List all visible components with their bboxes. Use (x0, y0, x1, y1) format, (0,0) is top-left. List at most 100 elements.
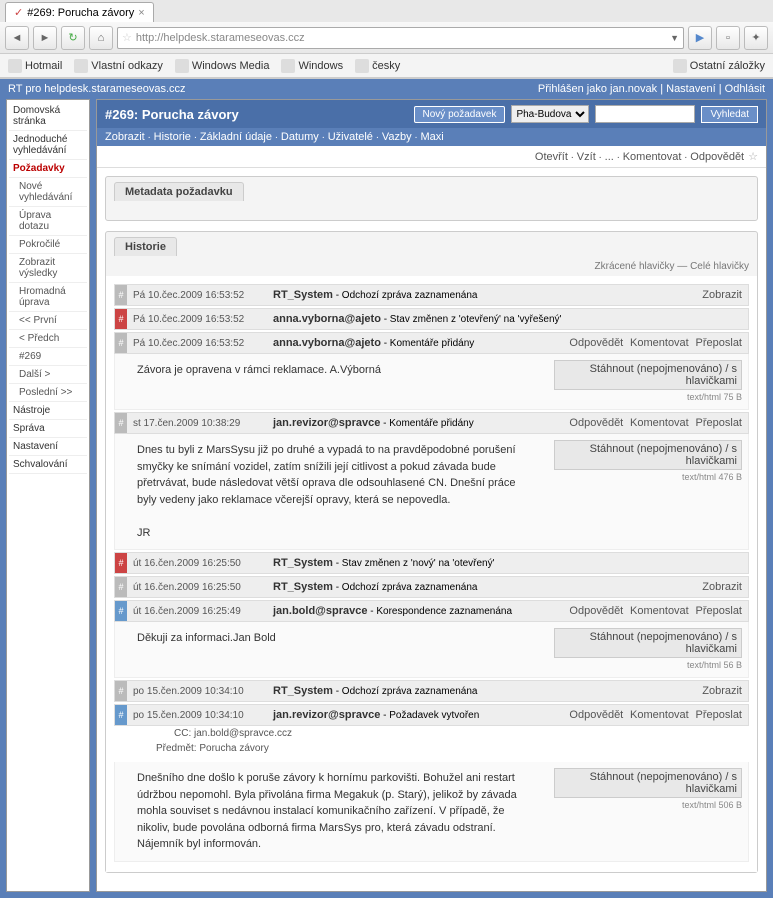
submenu-item[interactable]: Historie (154, 131, 191, 143)
bookmark-item[interactable]: Windows Media (175, 59, 270, 73)
submenu-item[interactable]: Základní údaje (200, 131, 272, 143)
forward-button[interactable]: ► (33, 26, 57, 50)
download-button[interactable]: Stáhnout (nepojmenováno) / s hlavičkami (554, 440, 742, 470)
entry-marker[interactable]: # (115, 285, 127, 305)
history-toggle[interactable]: Zkrácené hlavičky — Celé hlavičky (106, 257, 757, 276)
entry-action[interactable]: Komentovat (630, 337, 689, 349)
page-button[interactable]: ▫ (716, 26, 740, 50)
entry-action[interactable]: Přeposlat (696, 605, 742, 617)
sidebar-item[interactable]: Další > (9, 366, 87, 384)
bookmark-item[interactable]: Vlastní odkazy (74, 59, 163, 73)
action-link[interactable]: ... (605, 151, 614, 163)
entry-action[interactable]: Přeposlat (696, 417, 742, 429)
star-icon[interactable]: ☆ (122, 31, 132, 44)
search-input[interactable] (595, 105, 695, 123)
entry-marker[interactable]: # (115, 681, 127, 701)
logout-link[interactable]: Odhlásit (725, 83, 765, 95)
sidebar-item[interactable]: Domovská stránka (9, 102, 87, 131)
submenu-item[interactable]: Maxi (420, 131, 443, 143)
bookmark-item[interactable]: česky (355, 59, 400, 73)
download-button[interactable]: Stáhnout (nepojmenováno) / s hlavičkami (554, 768, 742, 798)
entry-action[interactable]: Odpovědět (569, 709, 623, 721)
cc-line: CC: jan.bold@spravce.ccz (114, 726, 749, 741)
sidebar-item[interactable]: #269 (9, 348, 87, 366)
back-button[interactable]: ◄ (5, 26, 29, 50)
ticket-header: #269: Porucha závory Nový požadavek Pha-… (97, 100, 766, 128)
entry-marker[interactable]: # (115, 309, 127, 329)
queue-select[interactable]: Pha-Budova (511, 105, 589, 123)
submenu-item[interactable]: Zobrazit (105, 131, 145, 143)
sidebar-item[interactable]: << První (9, 312, 87, 330)
other-bookmarks[interactable]: Ostatní záložky (673, 59, 765, 73)
entry-action[interactable]: Komentovat (630, 709, 689, 721)
entry-date: po 15.čen.2009 10:34:10 (127, 706, 267, 725)
entry-action[interactable]: Komentovat (630, 417, 689, 429)
page-icon (74, 59, 88, 73)
entry-action[interactable]: Odpovědět (569, 605, 623, 617)
tab-favicon: ✓ (14, 6, 23, 19)
star-icon[interactable]: ☆ (748, 151, 758, 163)
submenu-item[interactable]: Datumy (281, 131, 319, 143)
search-button[interactable]: Vyhledat (701, 106, 758, 123)
entry-description: jan.bold@spravce - Korespondence zazname… (267, 601, 559, 621)
action-link[interactable]: Otevřít (535, 151, 568, 163)
entry-action[interactable]: Odpovědět (569, 337, 623, 349)
page-icon (281, 59, 295, 73)
entry-description: anna.vyborna@ajeto - Komentáře přidány (267, 333, 559, 353)
entry-marker[interactable]: # (115, 553, 127, 573)
close-icon[interactable]: × (138, 7, 144, 19)
bookmark-item[interactable]: Hotmail (8, 59, 62, 73)
sidebar-item[interactable]: Úprava dotazu (9, 207, 87, 236)
entry-action[interactable]: Zobrazit (702, 685, 742, 697)
entry-marker[interactable]: # (115, 333, 127, 353)
entry-marker[interactable]: # (115, 577, 127, 597)
download-button[interactable]: Stáhnout (nepojmenováno) / s hlavičkami (554, 628, 742, 658)
home-button[interactable]: ⌂ (89, 26, 113, 50)
entry-date: st 17.čen.2009 10:38:29 (127, 414, 267, 433)
sidebar-item[interactable]: Jednoduché vyhledávání (9, 131, 87, 160)
entry-action[interactable]: Zobrazit (702, 289, 742, 301)
entry-body: Závora je opravena v rámci reklamace. A.… (127, 354, 548, 409)
sidebar-item[interactable]: Nástroje (9, 402, 87, 420)
browser-tab[interactable]: ✓ #269: Porucha závory × (5, 2, 154, 22)
url-text: http://helpdesk.starameseovas.ccz (136, 32, 666, 44)
entry-actions (736, 315, 748, 323)
submenu-item[interactable]: Uživatelé (328, 131, 373, 143)
action-link[interactable]: Vzít (577, 151, 596, 163)
chevron-down-icon[interactable]: ▼ (670, 33, 679, 43)
tools-button[interactable]: ✦ (744, 26, 768, 50)
submenu-item[interactable]: Vazby (382, 131, 412, 143)
go-button[interactable]: ▶ (688, 26, 712, 50)
entry-actions: Odpovědět Komentovat Přeposlat (559, 705, 748, 725)
sidebar-item[interactable]: Nové vyhledávání (9, 178, 87, 207)
download-button[interactable]: Stáhnout (nepojmenováno) / s hlavičkami (554, 360, 742, 390)
entry-marker[interactable]: # (115, 413, 127, 433)
entry-action[interactable]: Přeposlat (696, 337, 742, 349)
entry-date: Pá 10.čec.2009 16:53:52 (127, 310, 267, 329)
action-link[interactable]: Odpovědět (690, 151, 744, 163)
settings-link[interactable]: Nastavení (666, 83, 716, 95)
url-bar[interactable]: ☆ http://helpdesk.starameseovas.ccz ▼ (117, 27, 684, 49)
reload-button[interactable]: ↻ (61, 26, 85, 50)
entry-description: jan.revizor@spravce - Požadavek vytvořen (267, 705, 559, 725)
entry-action[interactable]: Zobrazit (702, 581, 742, 593)
sidebar-item[interactable]: Nastavení (9, 438, 87, 456)
sidebar-item[interactable]: Pokročilé (9, 236, 87, 254)
sidebar-item[interactable]: Zobrazit výsledky (9, 254, 87, 283)
entry-action[interactable]: Přeposlat (696, 709, 742, 721)
entry-marker[interactable]: # (115, 601, 127, 621)
sidebar-item[interactable]: Poslední >> (9, 384, 87, 402)
download-meta: text/html 506 B (682, 800, 742, 810)
sidebar-item[interactable]: Hromadná úprava (9, 283, 87, 312)
bookmark-item[interactable]: Windows (281, 59, 343, 73)
sidebar-item[interactable]: < Předch (9, 330, 87, 348)
entry-actions (736, 559, 748, 567)
action-link[interactable]: Komentovat (623, 151, 682, 163)
new-request-button[interactable]: Nový požadavek (414, 106, 506, 123)
sidebar-item[interactable]: Požadavky (9, 160, 87, 178)
entry-action[interactable]: Odpovědět (569, 417, 623, 429)
entry-marker[interactable]: # (115, 705, 127, 725)
sidebar-item[interactable]: Schvalování (9, 456, 87, 474)
sidebar-item[interactable]: Správa (9, 420, 87, 438)
entry-action[interactable]: Komentovat (630, 605, 689, 617)
